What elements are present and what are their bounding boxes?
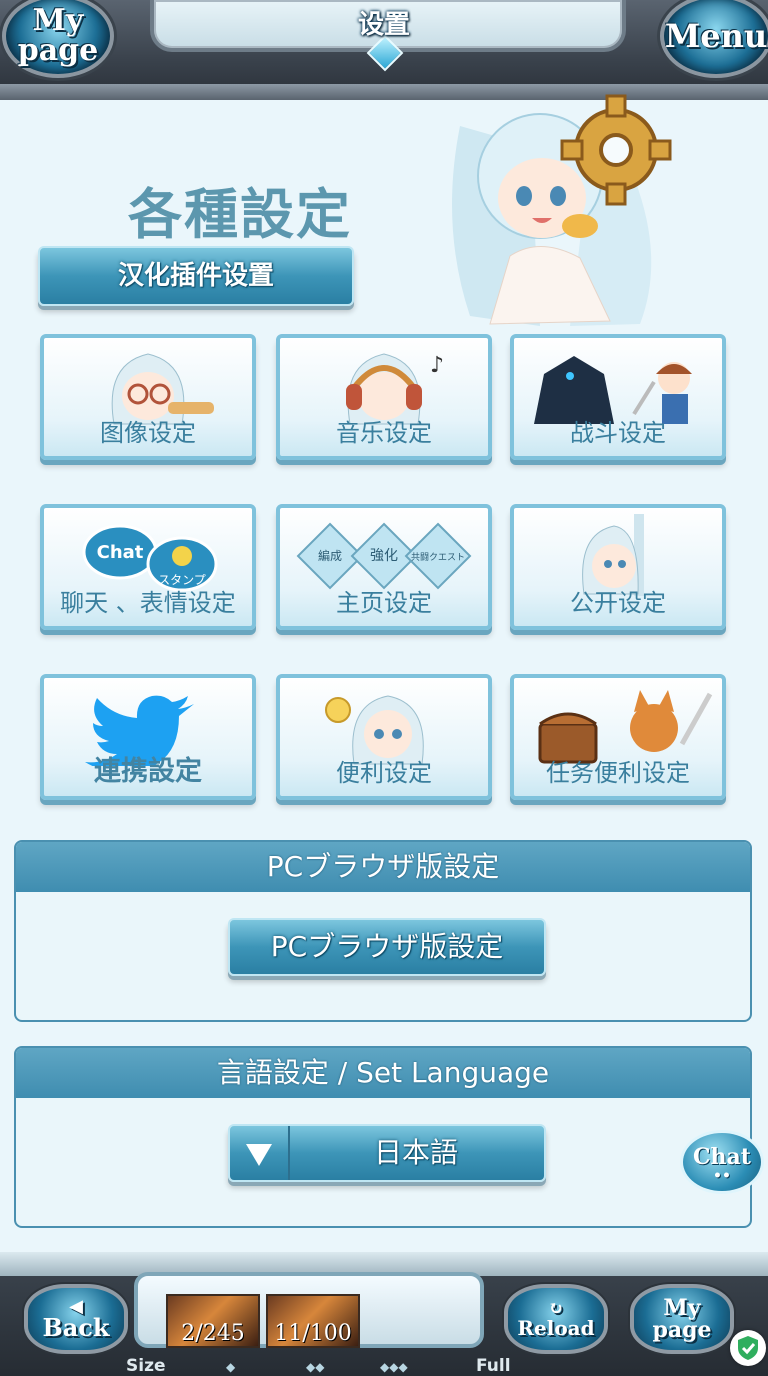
tile-convenience-settings[interactable]: 便利设定 — [276, 674, 492, 800]
tile-linking-settings[interactable]: 連携設定 — [40, 674, 256, 800]
chat-button[interactable]: Chat •• — [680, 1130, 764, 1194]
tile-public-settings[interactable]: 公开设定 — [510, 504, 726, 630]
full-label: Full — [476, 1356, 511, 1376]
size-step-icon[interactable]: ◆◆◆ — [380, 1360, 408, 1374]
dropdown-arrow-icon — [230, 1126, 290, 1180]
svg-text:共闘クエスト: 共闘クエスト — [411, 552, 465, 563]
pc-browser-settings-button[interactable]: PCブラウザ版設定 — [228, 918, 546, 976]
my-page-button[interactable]: My page — [2, 0, 114, 78]
section-title: 各種設定 — [128, 183, 352, 246]
item-counter-1[interactable]: 2/245 — [166, 1294, 260, 1348]
size-slider[interactable]: Size ◆ ◆◆ ◆◆◆ Full — [0, 1356, 768, 1376]
item-counter-2[interactable]: 11/100 — [266, 1294, 360, 1348]
size-step-icon[interactable]: ◆ — [226, 1360, 235, 1374]
reload-label: Reload — [517, 1316, 595, 1340]
tile-label: 音乐设定 — [336, 419, 432, 447]
tile-label: 聊天 、表情设定 — [60, 589, 236, 617]
gear-girl-mascot-icon — [452, 94, 672, 326]
tile-label: 战斗设定 — [570, 419, 666, 447]
tile-label: 任务便利设定 — [546, 759, 690, 787]
panel-header: PCブラウザ版設定 — [16, 842, 750, 892]
back-label: Back — [42, 1313, 110, 1342]
tile-label: 連携設定 — [94, 756, 202, 787]
tile-chat-stamp-settings[interactable]: Chat スタンプ 聊天 、表情设定 — [40, 504, 256, 630]
tile-graphics-settings[interactable]: 图像设定 — [40, 334, 256, 460]
counter-value: 2/245 — [181, 1321, 245, 1346]
tile-music-settings[interactable]: ♪ 音乐设定 — [276, 334, 492, 460]
tile-quest-convenience-settings[interactable]: 任务便利设定 — [510, 674, 726, 800]
back-button[interactable]: ◀ Back — [24, 1284, 128, 1354]
chat-label: Chat — [693, 1144, 751, 1170]
svg-text:♪: ♪ — [430, 353, 444, 378]
svg-text:強化: 強化 — [370, 548, 398, 564]
chat-dots-icon: •• — [713, 1168, 731, 1184]
svg-text:Chat: Chat — [97, 542, 144, 563]
page-title: 设置 — [357, 10, 410, 40]
size-step-icon[interactable]: ◆◆ — [306, 1360, 324, 1374]
panel-header: 言語設定 / Set Language — [16, 1048, 750, 1098]
language-panel: 言語設定 / Set Language 日本語 — [14, 1046, 752, 1228]
reload-button[interactable]: ↻ Reload — [504, 1284, 608, 1354]
tile-home-settings[interactable]: 編成 強化 共闘クエスト 主页设定 — [276, 504, 492, 630]
pc-browser-panel: PCブラウザ版設定 PCブラウザ版設定 — [14, 840, 752, 1022]
language-selected-value: 日本語 — [373, 1136, 458, 1169]
svg-text:編成: 編成 — [318, 548, 342, 563]
translation-plugin-button[interactable]: 汉化插件设置 — [38, 246, 354, 306]
tile-label: 公开设定 — [570, 589, 666, 617]
status-panel: 2/245 11/100 — [134, 1272, 484, 1348]
my-page-bottom-button[interactable]: My page — [630, 1284, 734, 1354]
size-label: Size — [126, 1356, 166, 1376]
shield-check-icon[interactable] — [730, 1330, 766, 1366]
tile-label: 图像设定 — [100, 419, 196, 447]
counter-value: 11/100 — [274, 1321, 352, 1346]
top-header: 设置 — [0, 0, 768, 100]
tile-label: 主页设定 — [336, 589, 432, 617]
tile-battle-settings[interactable]: 战斗设定 — [510, 334, 726, 460]
tile-label: 便利设定 — [336, 759, 432, 787]
language-select[interactable]: 日本語 — [228, 1124, 546, 1182]
